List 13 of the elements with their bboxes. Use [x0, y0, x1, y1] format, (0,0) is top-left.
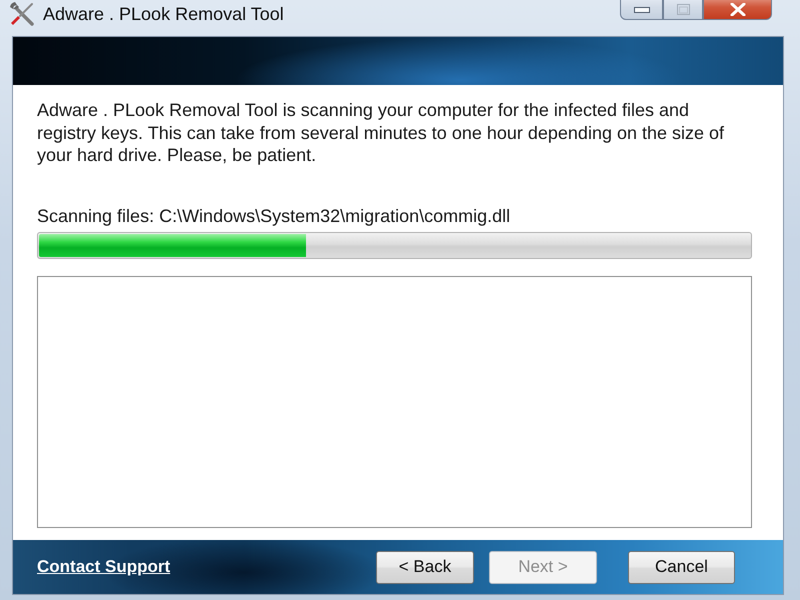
maximize-button[interactable]	[663, 0, 703, 20]
scan-status-label: Scanning files: C:\Windows\System32\migration\commig.dll	[37, 204, 512, 226]
contact-support-link[interactable]: Contact Support	[37, 557, 170, 577]
wizard-button[interactable]: Cancel	[628, 550, 735, 584]
close-button[interactable]	[703, 0, 772, 20]
maximize-icon	[676, 4, 690, 15]
scan-message: Adware . PLook Removal Tool is scanning your computer for the infected files and registry keys. This can take from several minutes to one hour depending on the size of your hard drive. Please, be patient.	[37, 99, 726, 166]
minimize-button[interactable]	[620, 0, 663, 20]
close-icon	[730, 3, 746, 16]
wizard-button[interactable]: < Back	[376, 550, 474, 584]
window-title: Adware . PLook Removal Tool	[43, 4, 284, 24]
minimize-icon	[634, 6, 650, 12]
tools-icon	[9, 1, 35, 27]
